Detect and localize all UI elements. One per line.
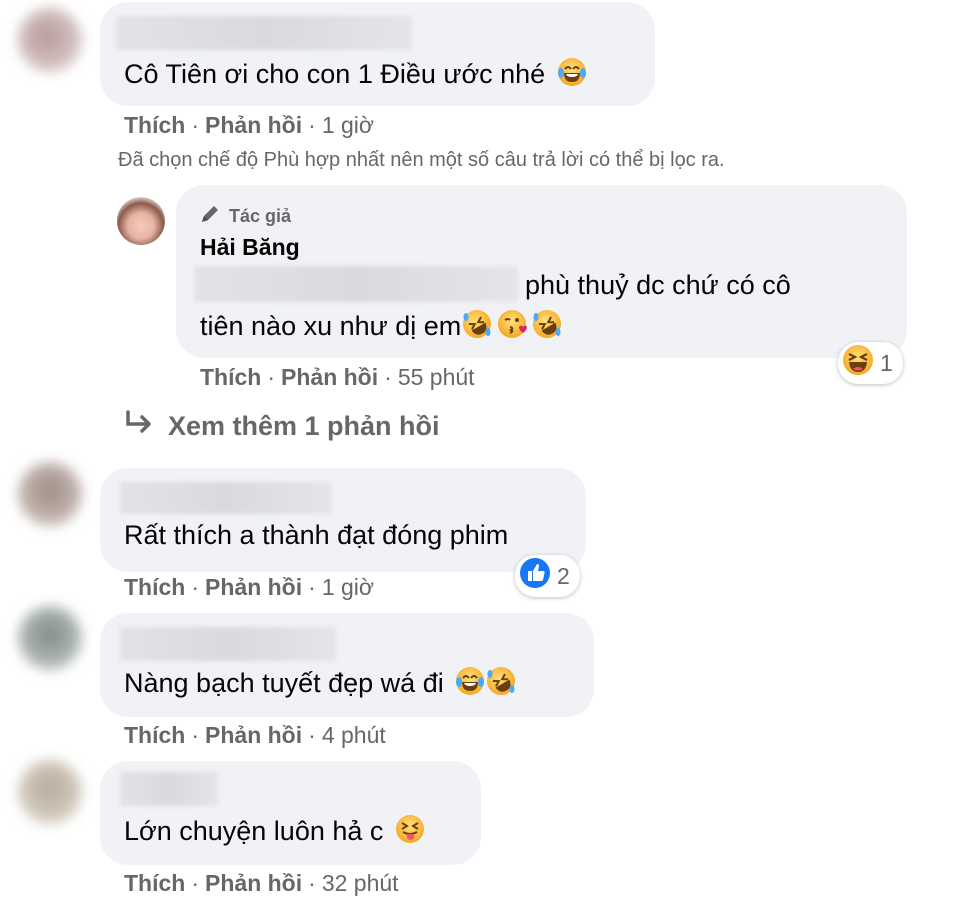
like-link[interactable]: Thích [124, 574, 185, 600]
timestamp[interactable]: 55 phút [398, 364, 475, 390]
like-link[interactable]: Thích [124, 870, 185, 896]
comment-actions: Thích · Phản hồi · 4 phút [124, 722, 386, 749]
reply-arrow-icon [124, 410, 154, 443]
timestamp[interactable]: 1 giờ [322, 574, 374, 600]
reply-actions: Thích · Phản hồi · 55 phút [200, 364, 475, 391]
kiss-emoji [497, 309, 528, 347]
comment-text: Rất thích a thành đạt đóng phim [124, 520, 509, 550]
like-icon [519, 557, 551, 595]
comment-text: Lớn chuyện luôn hả c [124, 816, 384, 847]
comment-text-4: Lớn chuyện luôn hả c [124, 814, 425, 852]
comment-actions: Thích · Phản hồi · 1 giờ [124, 574, 374, 601]
commenter-name-redacted[interactable] [116, 16, 412, 50]
timestamp[interactable]: 32 phút [322, 870, 399, 896]
like-link[interactable]: Thích [124, 722, 185, 748]
separator-dot: · [308, 722, 316, 748]
filter-notice: Đã chọn chế độ Phù hợp nhất nên một số c… [118, 149, 725, 171]
separator-dot: · [308, 574, 316, 600]
reply-link[interactable]: Phản hồi [205, 722, 302, 748]
reply-link[interactable]: Phản hồi [205, 870, 302, 896]
reply-link[interactable]: Phản hồi [205, 112, 302, 138]
pencil-icon [199, 203, 221, 230]
reply-text: tiên nào xu như dị em [200, 311, 462, 342]
reaction-summary[interactable]: 2 [515, 555, 580, 597]
like-link[interactable]: Thích [200, 364, 261, 390]
separator-dot: · [267, 364, 276, 390]
commenter-name-redacted[interactable] [120, 772, 218, 806]
author-badge: Tác giả [199, 203, 291, 230]
separator-dot: · [191, 112, 200, 138]
author-badge-label: Tác giả [229, 206, 292, 226]
separator-dot: · [191, 574, 200, 600]
separator-dot: · [308, 870, 316, 896]
reaction-count: 2 [557, 562, 570, 589]
view-more-replies-button[interactable]: Xem thêm 1 phản hồi [124, 410, 440, 443]
reply-text-line-1: phù thuỷ dc chứ có cô [525, 270, 791, 300]
squint-laugh-emoji [842, 344, 874, 382]
rofl-emoji [531, 308, 563, 348]
commenter-name-redacted[interactable] [120, 482, 331, 514]
like-link[interactable]: Thích [124, 112, 185, 138]
tagged-name-redacted[interactable] [194, 266, 518, 302]
separator-dot: · [384, 364, 392, 390]
commenter-name-redacted[interactable] [120, 627, 336, 661]
author-name[interactable]: Hải Băng [200, 234, 300, 261]
comment-actions: Thích · Phản hồi · 32 phút [124, 870, 399, 897]
timestamp[interactable]: 4 phút [322, 722, 386, 748]
separator-dot: · [191, 722, 200, 748]
comment-text: Nàng bạch tuyết đẹp wá đi [124, 668, 444, 699]
rofl-emoji [461, 308, 493, 348]
laugh-cry-emoji [455, 666, 485, 704]
comment-text: Cô Tiên ơi cho con 1 Điều ước nhé [124, 59, 546, 90]
reaction-summary[interactable]: 1 [838, 342, 903, 384]
separator-dot: · [308, 112, 316, 138]
timestamp[interactable]: 1 giờ [322, 112, 374, 138]
tongue-emoji [395, 814, 425, 852]
view-more-replies-label: Xem thêm 1 phản hồi [168, 411, 440, 441]
reaction-count: 1 [880, 349, 893, 376]
avatar[interactable] [18, 462, 82, 526]
separator-dot: · [191, 870, 200, 896]
comment-text-3: Nàng bạch tuyết đẹp wá đi [124, 665, 517, 705]
avatar[interactable] [18, 606, 82, 670]
comment-actions: Thích · Phản hồi · 1 giờ [124, 112, 374, 139]
author-avatar[interactable] [117, 197, 165, 245]
reply-text-line-2: tiên nào xu như dị em [200, 308, 563, 348]
rofl-emoji [485, 665, 517, 705]
laugh-cry-emoji [557, 57, 587, 95]
avatar[interactable] [18, 760, 82, 824]
reply-link[interactable]: Phản hồi [205, 574, 302, 600]
reply-link[interactable]: Phản hồi [281, 364, 378, 390]
avatar[interactable] [18, 8, 82, 72]
comment-text-1: Cô Tiên ơi cho con 1 Điều ước nhé [124, 57, 587, 95]
